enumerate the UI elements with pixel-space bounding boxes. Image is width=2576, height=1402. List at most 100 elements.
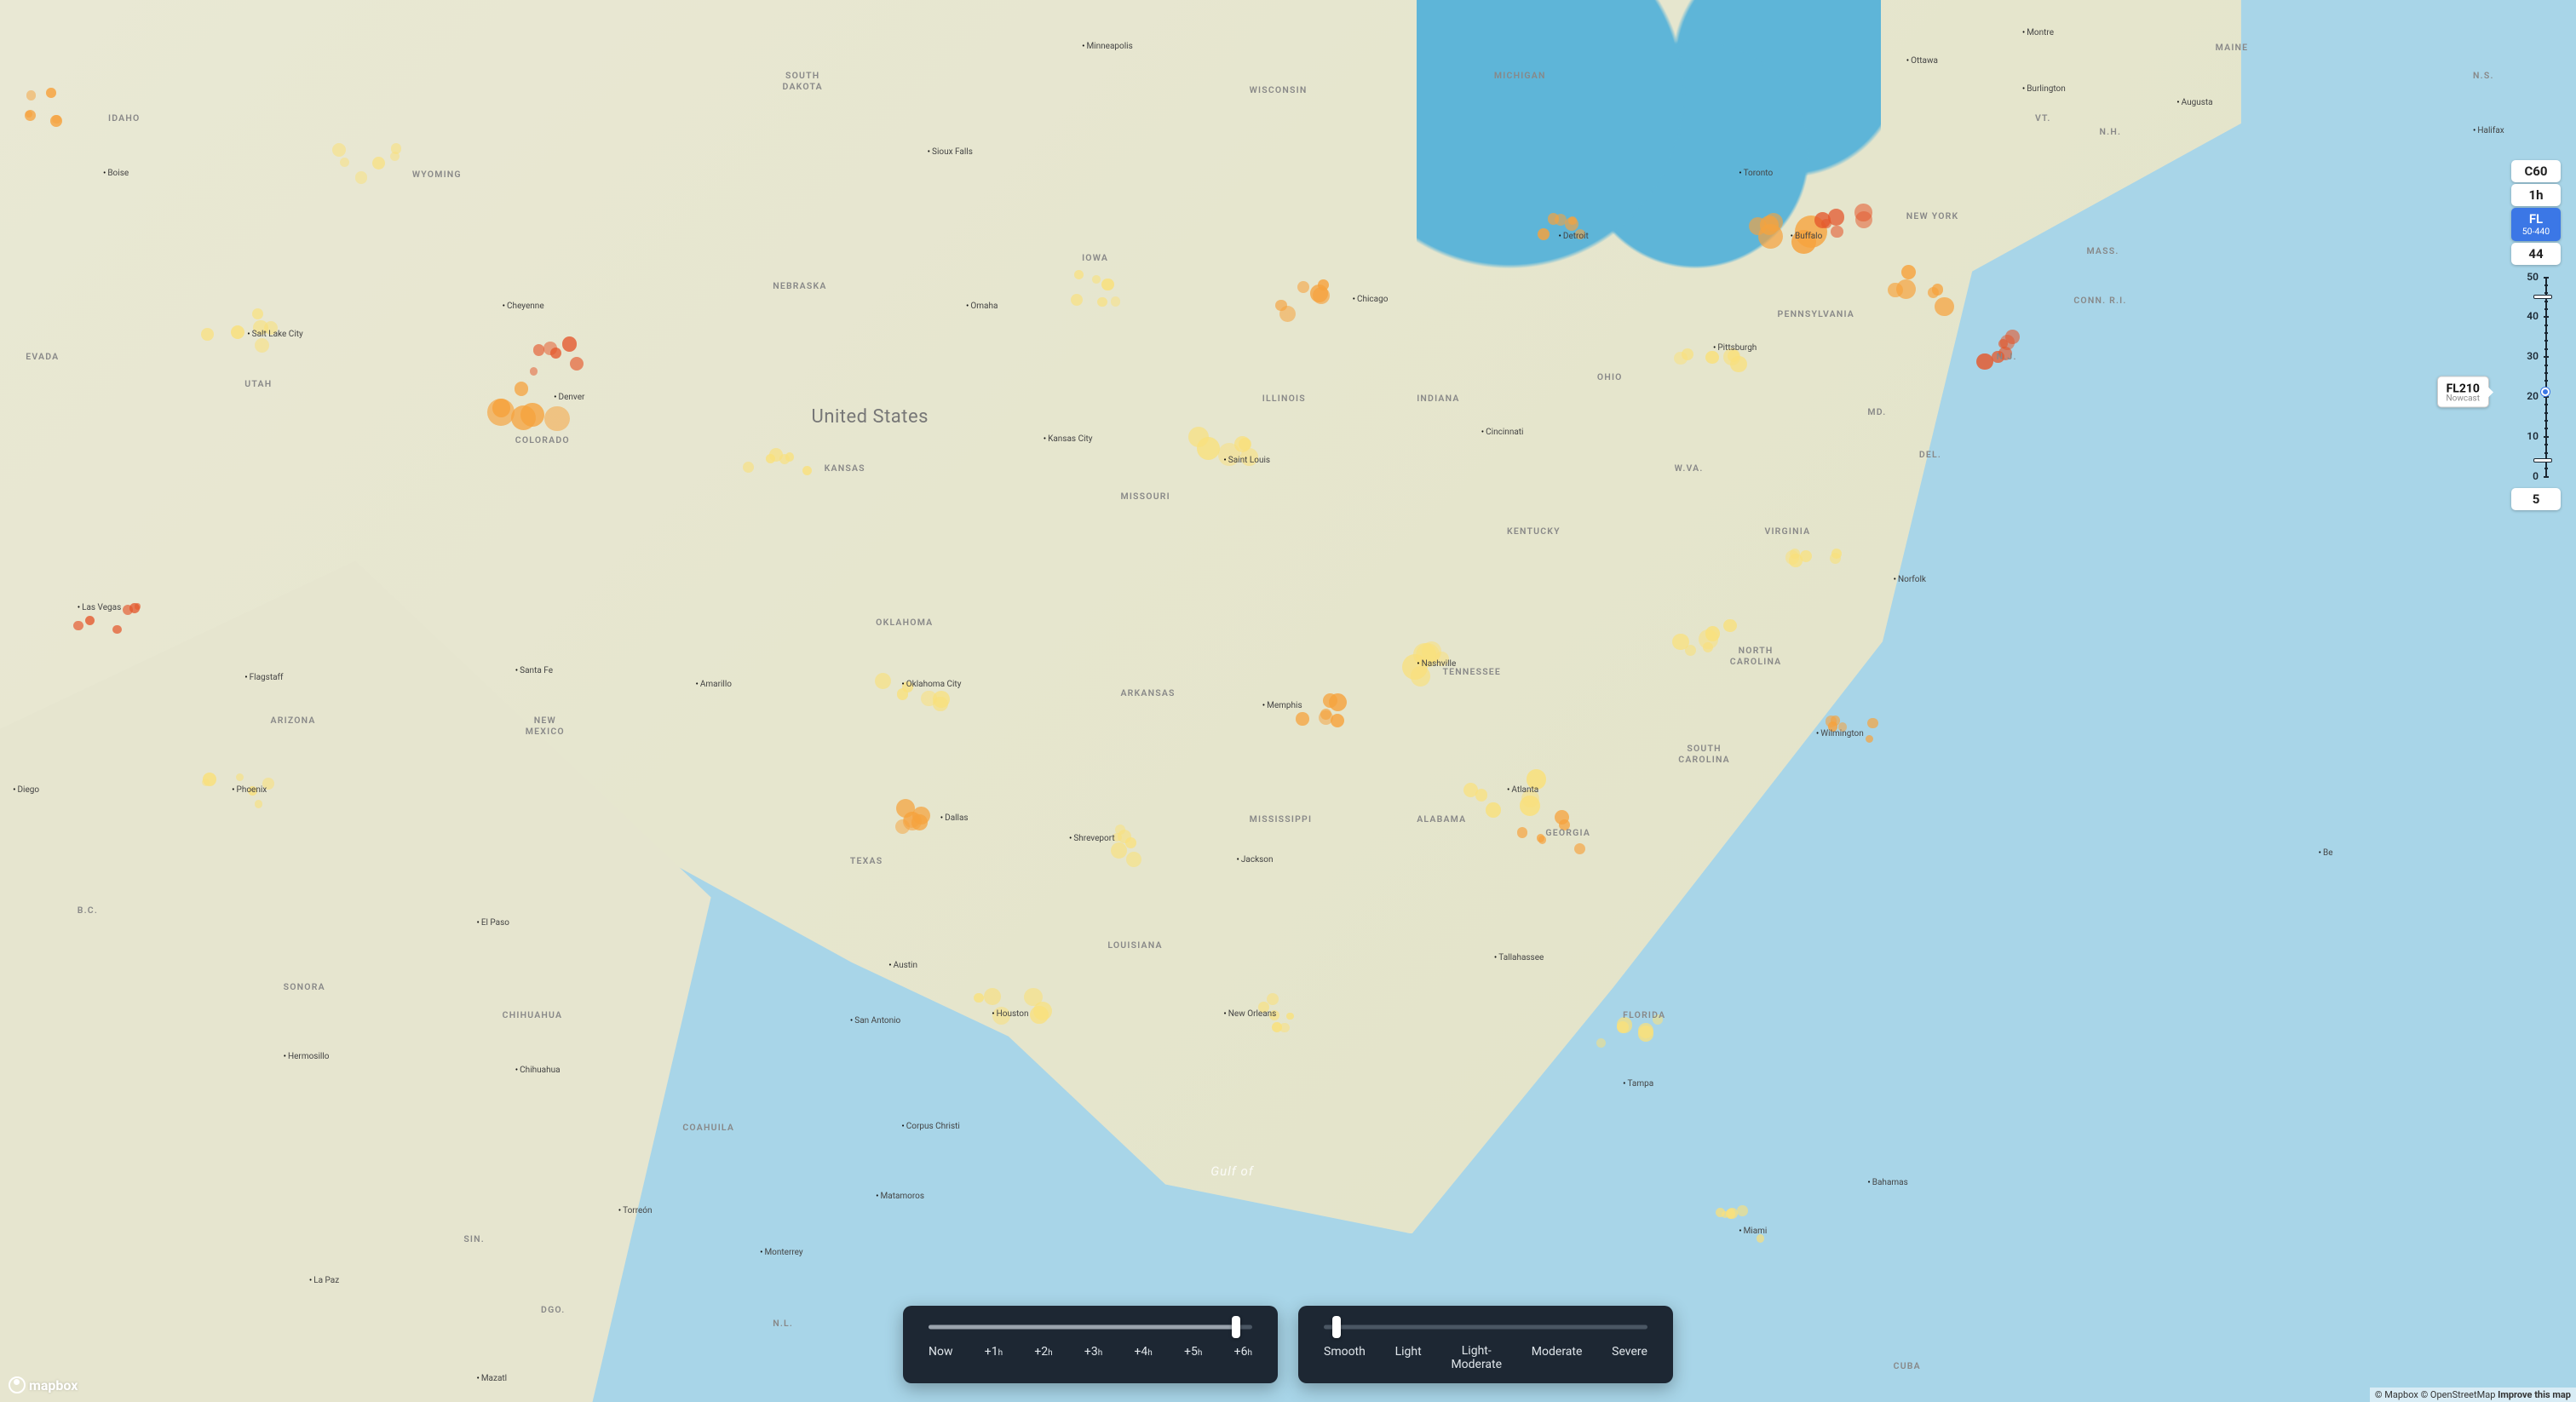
heat-dot [372, 157, 385, 170]
state-label: LOUISIANA [1107, 939, 1162, 951]
alt-band-top[interactable] [2533, 295, 2552, 299]
heat-dot [785, 452, 795, 462]
state-label: SIN. [463, 1233, 485, 1244]
state-label: COAHUILA [682, 1122, 734, 1133]
time-label: +1h [985, 1345, 1003, 1359]
pill-1h[interactable]: 1h [2511, 184, 2561, 206]
city-label: Tampa [1623, 1079, 1653, 1089]
heat-dot [1475, 789, 1488, 802]
city-label: Amarillo [695, 680, 732, 689]
heat-dot [1111, 296, 1121, 307]
heat-dot [1125, 837, 1136, 848]
pill-44[interactable]: 44 [2511, 243, 2561, 265]
state-label: DGO. [541, 1304, 565, 1315]
city-label: Corpus Christi [901, 1122, 959, 1131]
heat-dot [1030, 1006, 1049, 1025]
city-label: Wilmington [1816, 729, 1864, 738]
heat-dot [201, 328, 214, 341]
city-label: Nashville [1417, 659, 1456, 669]
heat-dot [236, 773, 244, 781]
state-label: PENNSYLVANIA [1778, 308, 1854, 319]
city-label: Detroit [1559, 232, 1589, 241]
time-label: Now [929, 1345, 953, 1359]
altitude-number: 40 [2527, 310, 2539, 322]
altitude-scale[interactable]: FL210 Nowcast 01020304050 [2518, 270, 2552, 483]
city-label: La Paz [309, 1276, 339, 1285]
heat-dot [1831, 549, 1842, 559]
heat-dot [1831, 226, 1843, 238]
heat-dot [1097, 297, 1107, 307]
heat-dot [26, 111, 32, 118]
heat-dot [1101, 279, 1113, 290]
altitude-tick [2544, 301, 2548, 302]
heat-dot [1568, 216, 1577, 225]
altitude-number: 30 [2527, 350, 2539, 362]
city-label: Buffalo [1791, 232, 1823, 241]
heat-dot [1092, 275, 1101, 284]
heat-dot [974, 993, 983, 1003]
city-label: El Paso [476, 918, 509, 928]
state-label: COLORADO [515, 434, 570, 445]
city-label: Kansas City [1044, 434, 1093, 444]
heat-dot [135, 603, 141, 609]
state-label: N.H. [2100, 126, 2122, 137]
state-label: N.S. [2473, 70, 2494, 81]
intensity-slider-thumb[interactable] [1332, 1316, 1341, 1338]
city-label: Houston [992, 1009, 1028, 1019]
altitude-tick [2544, 372, 2548, 374]
pill-fl-sub: 50-440 [2518, 227, 2554, 238]
state-label: GEORGIA [1545, 827, 1590, 838]
attr-osm[interactable]: © OpenStreetMap [2421, 1389, 2496, 1400]
time-panel: Now+1h+2h+3h+4h+5h+6h [903, 1306, 1278, 1383]
time-slider[interactable] [929, 1321, 1252, 1333]
mapbox-logo-text: mapbox [29, 1377, 78, 1393]
pill-5[interactable]: 5 [2511, 488, 2561, 510]
attr-improve[interactable]: Improve this map [2498, 1389, 2571, 1400]
state-label: WYOMING [412, 169, 462, 180]
altitude-tick [2544, 284, 2548, 286]
city-label: Saint Louis [1223, 456, 1270, 465]
altitude-tick [2544, 277, 2549, 279]
altitude-tick [2544, 444, 2548, 445]
heat-dot [355, 171, 368, 184]
heat-dot [52, 115, 61, 124]
heat-dot [1790, 549, 1800, 559]
city-label: Boise [103, 169, 129, 178]
attr-mapbox[interactable]: © Mapbox [2375, 1389, 2418, 1400]
pill-c60[interactable]: C60 [2511, 160, 2561, 182]
heat-dot [1682, 348, 1693, 360]
heat-dot [112, 625, 121, 634]
heat-dot [1896, 279, 1916, 299]
city-label: Jackson [1237, 855, 1274, 865]
state-label: SOUTH CAROLINA [1675, 743, 1734, 765]
state-label: MAINE [2216, 42, 2249, 53]
heat-dot [255, 800, 263, 808]
city-label: Pittsburgh [1713, 343, 1757, 353]
great-lakes [1417, 0, 1880, 308]
city-label: Flagstaff [244, 673, 283, 682]
city-label: Bahamas [1867, 1178, 1907, 1187]
mapbox-logo[interactable]: mapbox [9, 1376, 78, 1393]
heat-dot [530, 367, 538, 375]
city-label: Sioux Falls [928, 147, 973, 157]
altitude-tick [2544, 340, 2548, 342]
alt-band-bottom[interactable] [2533, 458, 2552, 463]
time-label: +6h [1234, 1345, 1252, 1359]
altitude-selected-marker[interactable] [2541, 388, 2550, 396]
altitude-number: 0 [2533, 470, 2539, 482]
pill-fl-range[interactable]: FL 50-440 [2511, 208, 2561, 241]
altitude-tick [2544, 412, 2548, 414]
altitude-tick [2544, 476, 2549, 478]
state-label: Cuba [1894, 1360, 1921, 1371]
intensity-slider[interactable] [1324, 1321, 1647, 1333]
state-label: IDAHO [108, 112, 140, 124]
city-label: Matamoros [876, 1192, 924, 1201]
heat-dot [487, 399, 515, 426]
map-canvas[interactable]: IDAHOSOUTH DAKOTAWYOMINGNEBRASKAIOWAWISC… [0, 0, 2576, 1402]
altitude-number: 50 [2527, 271, 2539, 283]
altitude-tick [2544, 420, 2548, 422]
heat-dot [1323, 693, 1337, 708]
altitude-tick [2544, 356, 2549, 358]
time-slider-thumb[interactable] [1232, 1316, 1240, 1338]
state-label: DEL. [1919, 449, 1941, 460]
